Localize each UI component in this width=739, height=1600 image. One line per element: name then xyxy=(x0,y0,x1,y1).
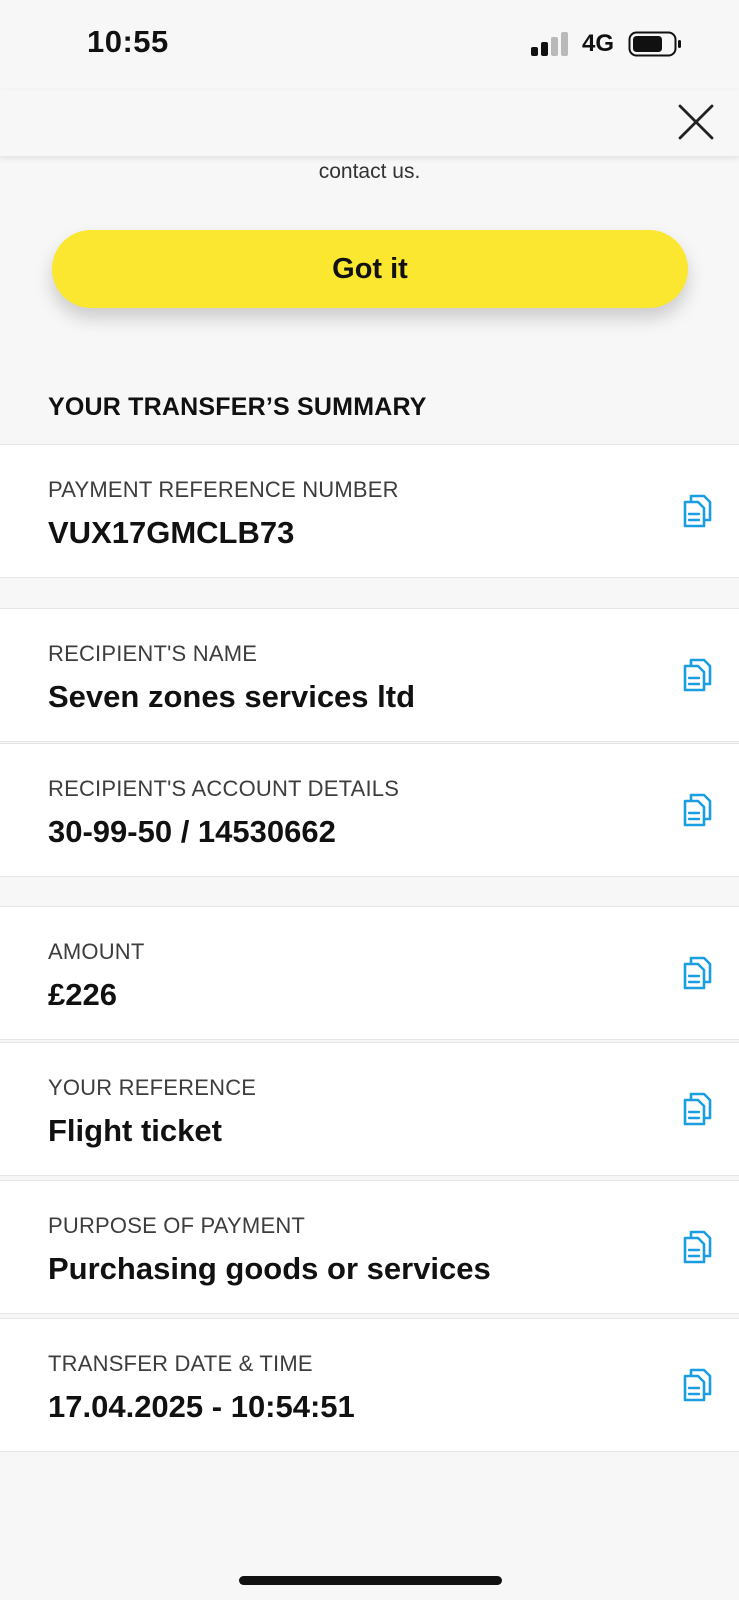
battery-icon xyxy=(628,31,681,57)
row-value: 17.04.2025 - 10:54:51 xyxy=(48,1389,355,1424)
summary-heading: YOUR TRANSFER’S SUMMARY xyxy=(48,393,427,421)
summary-row-payment-reference: PAYMENT REFERENCE NUMBER VUX17GMCLB73 xyxy=(0,444,739,578)
status-time: 10:55 xyxy=(87,24,169,59)
copy-icon[interactable] xyxy=(682,1367,714,1403)
home-indicator[interactable] xyxy=(239,1576,502,1585)
row-label: PAYMENT REFERENCE NUMBER xyxy=(48,477,399,502)
copy-icon[interactable] xyxy=(682,1229,714,1265)
row-label: RECIPIENT'S NAME xyxy=(48,641,258,666)
summary-row-account-details: RECIPIENT'S ACCOUNT DETAILS 30-99-50 / 1… xyxy=(0,743,739,877)
row-value: Purchasing goods or services xyxy=(48,1251,491,1286)
close-button[interactable] xyxy=(672,98,720,146)
row-label: RECIPIENT'S ACCOUNT DETAILS xyxy=(48,776,400,801)
copy-icon[interactable] xyxy=(682,792,714,828)
summary-row-recipient-name: RECIPIENT'S NAME Seven zones services lt… xyxy=(0,608,739,742)
signal-strength-icon xyxy=(531,32,571,56)
row-value: Flight ticket xyxy=(48,1113,222,1148)
row-value: £226 xyxy=(48,977,117,1012)
summary-row-transfer-date: TRANSFER DATE & TIME 17.04.2025 - 10:54:… xyxy=(0,1318,739,1452)
close-icon xyxy=(678,104,714,140)
row-label: AMOUNT xyxy=(48,939,145,964)
row-value: 30-99-50 / 14530662 xyxy=(48,814,336,849)
summary-row-purpose: PURPOSE OF PAYMENT Purchasing goods or s… xyxy=(0,1180,739,1314)
copy-icon[interactable] xyxy=(682,955,714,991)
copy-icon[interactable] xyxy=(682,1091,714,1127)
copy-icon[interactable] xyxy=(682,657,714,693)
summary-row-amount: AMOUNT £226 xyxy=(0,906,739,1040)
row-label: PURPOSE OF PAYMENT xyxy=(48,1213,306,1238)
got-it-button[interactable]: Got it xyxy=(52,230,688,308)
row-value: VUX17GMCLB73 xyxy=(48,515,295,550)
row-value: Seven zones services ltd xyxy=(48,679,416,714)
copy-icon[interactable] xyxy=(682,493,714,529)
top-bar xyxy=(0,90,739,156)
row-label: YOUR REFERENCE xyxy=(48,1075,257,1100)
row-label: TRANSFER DATE & TIME xyxy=(48,1351,313,1376)
notice-text: contact us. xyxy=(318,160,421,183)
network-type: 4G xyxy=(582,30,615,57)
summary-row-your-reference: YOUR REFERENCE Flight ticket xyxy=(0,1042,739,1176)
status-bar: 10:55 4G xyxy=(0,0,739,90)
